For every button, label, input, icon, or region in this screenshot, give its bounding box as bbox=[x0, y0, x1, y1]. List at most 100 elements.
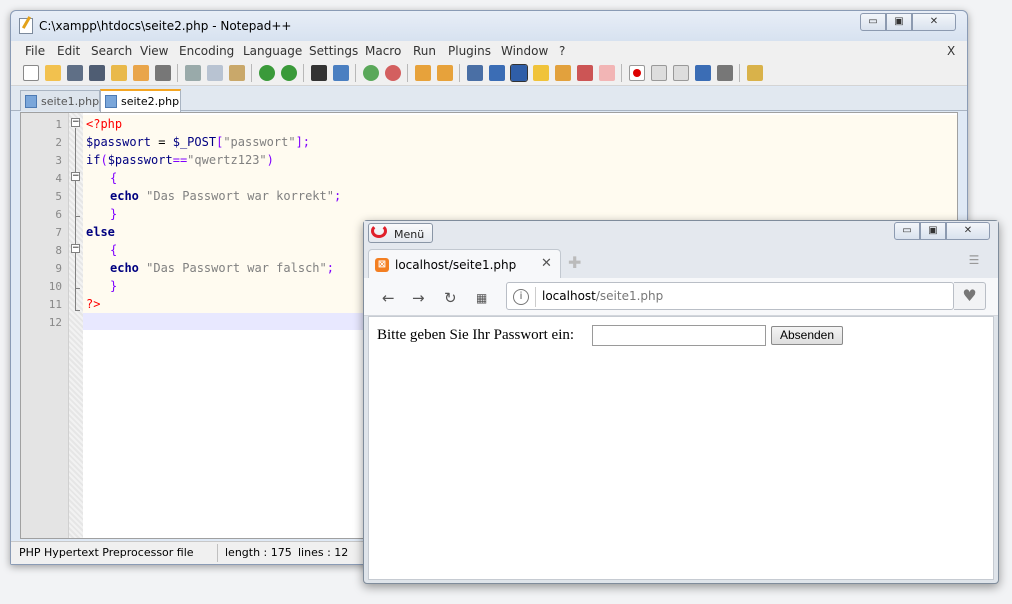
paste-icon[interactable] bbox=[229, 65, 245, 81]
save-all-icon[interactable] bbox=[89, 65, 105, 81]
zoom-in-icon[interactable] bbox=[363, 65, 379, 81]
doc-map-icon[interactable] bbox=[555, 65, 571, 81]
close-file-icon[interactable] bbox=[111, 65, 127, 81]
xampp-favicon-icon: ⊠ bbox=[375, 258, 389, 272]
show-all-chars-icon[interactable] bbox=[489, 65, 505, 81]
browser-minimize-button[interactable]: ▭ bbox=[894, 222, 920, 240]
menu-search[interactable]: Search bbox=[91, 44, 132, 58]
tab-close-icon[interactable]: ✕ bbox=[541, 256, 552, 271]
browser-menu-label: Menü bbox=[394, 228, 425, 241]
cut-icon[interactable] bbox=[185, 65, 201, 81]
browser-titlebar[interactable]: Menü ▭ ▣ ✕ bbox=[364, 221, 998, 245]
reload-icon[interactable]: ↻ bbox=[444, 289, 457, 307]
save-macro-icon[interactable] bbox=[717, 65, 733, 81]
line-number: 1 bbox=[55, 118, 62, 131]
record-macro-icon[interactable] bbox=[629, 65, 645, 81]
code-line-4: { bbox=[110, 171, 118, 185]
user-language-icon[interactable] bbox=[533, 65, 549, 81]
browser-close-button[interactable]: ✕ bbox=[946, 222, 990, 240]
browser-tab-active[interactable]: ⊠ localhost/seite1.php ✕ bbox=[368, 249, 561, 278]
site-info-icon[interactable]: i bbox=[513, 289, 529, 305]
menu-view[interactable]: View bbox=[140, 44, 168, 58]
line-number: 10 bbox=[48, 280, 62, 293]
line-number: 9 bbox=[55, 262, 62, 275]
fold-toggle-icon[interactable]: − bbox=[71, 244, 80, 253]
menu-close-doc-button[interactable]: X bbox=[947, 44, 955, 58]
tab-menu-icon[interactable]: ☰ bbox=[966, 253, 982, 267]
fold-toggle-icon[interactable]: − bbox=[71, 172, 80, 181]
forward-arrow-icon[interactable]: → bbox=[412, 289, 425, 307]
line-number: 8 bbox=[55, 244, 62, 257]
function-list-icon[interactable] bbox=[577, 65, 593, 81]
run-macro-multiple-icon[interactable] bbox=[695, 65, 711, 81]
notepad-titlebar[interactable]: C:\xampp\htdocs\seite2.php - Notepad++ ▭… bbox=[11, 11, 967, 41]
menu-settings[interactable]: Settings bbox=[309, 44, 358, 58]
back-arrow-icon[interactable]: ← bbox=[382, 289, 395, 307]
save-icon[interactable] bbox=[67, 65, 83, 81]
fold-margin: − − − bbox=[69, 113, 83, 538]
notepad-window-controls: ▭ ▣ ✕ bbox=[860, 13, 956, 33]
notepad-maximize-button[interactable]: ▣ bbox=[886, 13, 912, 31]
submit-button[interactable]: Absenden bbox=[771, 326, 843, 345]
url-field[interactable]: i localhost/seite1.php bbox=[506, 282, 954, 310]
replace-icon[interactable] bbox=[333, 65, 349, 81]
new-tab-icon[interactable]: ✚ bbox=[568, 253, 581, 272]
plugin-icon[interactable] bbox=[747, 65, 763, 81]
menu-macro[interactable]: Macro bbox=[365, 44, 401, 58]
indent-guide-icon[interactable] bbox=[510, 64, 528, 82]
menu-help[interactable]: ? bbox=[559, 44, 565, 58]
browser-tab-label: localhost/seite1.php bbox=[395, 258, 517, 272]
menu-edit[interactable]: Edit bbox=[57, 44, 80, 58]
notepad-app-icon bbox=[19, 18, 33, 34]
close-all-icon[interactable] bbox=[133, 65, 149, 81]
line-number: 7 bbox=[55, 226, 62, 239]
menu-file[interactable]: File bbox=[25, 44, 45, 58]
sync-horizontal-icon[interactable] bbox=[437, 65, 453, 81]
print-icon[interactable] bbox=[155, 65, 171, 81]
tab-seite2[interactable]: seite2.php bbox=[100, 89, 181, 112]
line-number: 12 bbox=[48, 316, 62, 329]
notepad-close-button[interactable]: ✕ bbox=[912, 13, 956, 31]
menu-window[interactable]: Window bbox=[501, 44, 548, 58]
zoom-out-icon[interactable] bbox=[385, 65, 401, 81]
menu-encoding[interactable]: Encoding bbox=[179, 44, 234, 58]
password-input[interactable] bbox=[592, 325, 766, 346]
tab-seite1[interactable]: seite1.php bbox=[20, 90, 100, 111]
find-icon[interactable] bbox=[311, 65, 327, 81]
code-line-1: <?php bbox=[86, 117, 123, 131]
stop-macro-icon[interactable] bbox=[651, 65, 667, 81]
play-macro-icon[interactable] bbox=[673, 65, 689, 81]
bookmark-heart-icon[interactable]: ♥ bbox=[954, 282, 986, 310]
menu-language[interactable]: Language bbox=[243, 44, 302, 58]
code-line-3: if($passwort=="qwertz123") bbox=[86, 153, 274, 167]
word-wrap-icon[interactable] bbox=[467, 65, 483, 81]
code-line-10: } bbox=[110, 279, 118, 293]
sync-vertical-icon[interactable] bbox=[415, 65, 431, 81]
password-prompt-label: Bitte geben Sie Ihr Passwort ein: bbox=[377, 327, 575, 343]
notepad-menubar: File Edit Search View Encoding Language … bbox=[11, 41, 967, 60]
browser-menu-button[interactable]: Menü bbox=[368, 223, 433, 243]
open-file-icon[interactable] bbox=[45, 65, 61, 81]
menu-run[interactable]: Run bbox=[413, 44, 436, 58]
code-line-11: ?> bbox=[86, 297, 101, 311]
url-text: localhost/seite1.php bbox=[542, 289, 664, 303]
code-line-5: echo "Das Passwort war korrekt"; bbox=[110, 189, 342, 203]
redo-icon[interactable] bbox=[281, 65, 297, 81]
menu-plugins[interactable]: Plugins bbox=[448, 44, 491, 58]
status-length: length : 175 bbox=[225, 546, 292, 559]
undo-icon[interactable] bbox=[259, 65, 275, 81]
tab-label: seite2.php bbox=[121, 95, 180, 108]
line-number: 11 bbox=[48, 298, 62, 311]
browser-window-controls: ▭ ▣ ✕ bbox=[894, 222, 990, 242]
fold-toggle-icon[interactable]: − bbox=[71, 118, 80, 127]
code-line-6: } bbox=[110, 207, 118, 221]
line-number-gutter: 1 2 3 4 5 6 7 8 9 10 11 12 bbox=[21, 113, 69, 538]
notepad-minimize-button[interactable]: ▭ bbox=[860, 13, 886, 31]
new-file-icon[interactable] bbox=[23, 65, 39, 81]
copy-icon[interactable] bbox=[207, 65, 223, 81]
browser-address-bar: ← → ↻ ▦ i localhost/seite1.php ♥ bbox=[364, 278, 998, 316]
php-file-icon bbox=[105, 95, 117, 108]
browser-maximize-button[interactable]: ▣ bbox=[920, 222, 946, 240]
folder-as-workspace-icon[interactable] bbox=[599, 65, 615, 81]
speed-dial-grid-icon[interactable]: ▦ bbox=[476, 291, 487, 305]
